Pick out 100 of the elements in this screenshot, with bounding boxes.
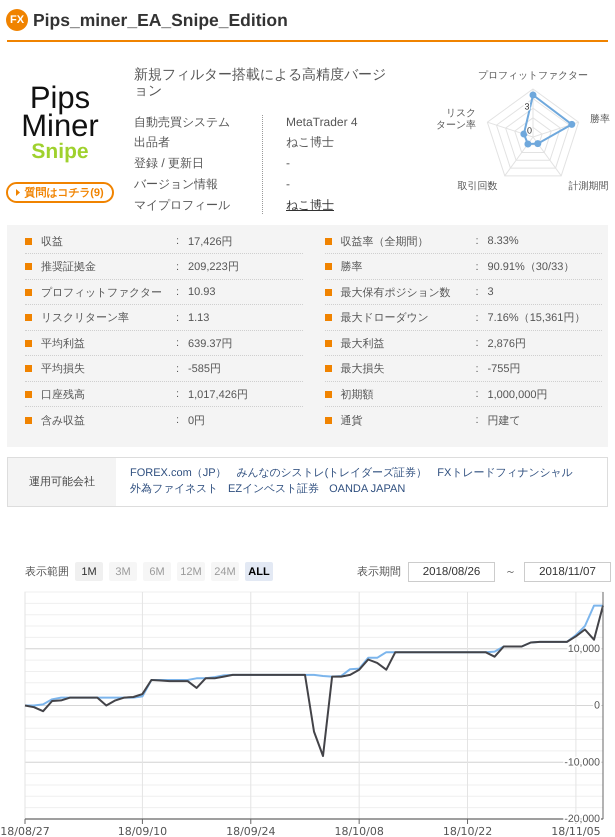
bullet-icon <box>324 263 332 270</box>
stat-label: 通貨 <box>340 414 362 428</box>
stat-value: 2,876円 <box>488 336 526 351</box>
bullet-icon <box>25 340 32 347</box>
stat-value: 90.91%（30/33） <box>488 260 574 274</box>
stat-label: 最大保有ポジション数 <box>340 286 450 300</box>
axis-label: 18/08/27 <box>0 824 50 837</box>
date-separator: ～ <box>505 565 516 580</box>
stat-separator: : <box>176 312 180 324</box>
stat-value: -585円 <box>188 362 222 376</box>
info-value: MetaTrader 4 <box>286 114 358 129</box>
brokers-heading: 運用可能会社 <box>8 458 116 506</box>
bullet-icon <box>25 314 32 322</box>
info-label: 登録 / 更新日 <box>134 156 204 170</box>
info-value: - <box>286 156 290 170</box>
radar-point <box>530 92 536 98</box>
broker-link[interactable]: OANDA JAPAN <box>329 482 406 498</box>
stat-label: 平均利益 <box>41 336 85 351</box>
info-label: バージョン情報 <box>134 176 218 191</box>
stat-separator: : <box>176 235 180 248</box>
stat-separator: : <box>476 414 479 426</box>
caret-icon <box>16 189 20 196</box>
stat-separator: : <box>476 286 479 298</box>
bullet-icon <box>25 390 32 398</box>
stat-value: 7.16%（15,361円） <box>488 311 586 326</box>
radar-axis-label: プロフィットファクター <box>478 70 588 82</box>
stat-separator: : <box>176 414 180 426</box>
bullet-icon <box>25 238 32 245</box>
axis-label: 18/10/22 <box>442 824 492 837</box>
stat-value: -755円 <box>488 362 521 376</box>
info-label: 出品者 <box>134 135 170 150</box>
axis-label: 10,000 <box>568 642 600 655</box>
radar-axis-label: リスク ターン率 <box>436 108 476 131</box>
stat-label: 収益率（全期間） <box>340 234 428 249</box>
radar-point <box>524 140 532 148</box>
broker-link[interactable]: みんなのシストレ(トレイダーズ証券） <box>236 466 428 482</box>
bullet-icon <box>25 288 32 296</box>
range-button[interactable]: 1M <box>75 562 103 582</box>
stat-label: 推奨証拠金 <box>41 260 96 274</box>
bullet-icon <box>25 263 32 270</box>
bullet-icon <box>25 416 32 424</box>
stat-label: 最大利益 <box>340 336 384 351</box>
bullet-icon <box>324 288 332 296</box>
broker-link[interactable]: FOREX.com（JP） <box>130 466 227 482</box>
radar-scale-label: 3 <box>524 101 530 112</box>
stat-value: 1.13 <box>188 312 210 324</box>
date-field[interactable]: 2018/08/26 <box>408 562 495 582</box>
period-label: 表示期間 <box>357 565 401 580</box>
range-button[interactable]: ALL <box>245 562 273 582</box>
bullet-icon <box>324 416 332 424</box>
stat-value: 17,426円 <box>188 234 233 249</box>
logo-text: Miner <box>21 112 99 140</box>
stat-label: 勝率 <box>340 260 362 274</box>
category-badge: FX <box>6 9 28 31</box>
axis-label: 0 <box>594 699 600 712</box>
stat-separator: : <box>176 362 180 375</box>
radar-axis-label: 勝率 <box>590 114 610 125</box>
date-field[interactable]: 2018/11/07 <box>524 562 611 582</box>
stat-separator: : <box>476 337 479 350</box>
axis-label: 18/11/05 <box>551 824 601 837</box>
stat-separator: : <box>476 388 479 400</box>
radar-axis-label: 計測期間 <box>568 181 608 192</box>
radar-point <box>534 140 542 148</box>
stat-separator: : <box>476 312 479 324</box>
radar-axis-label: 取引回数 <box>458 181 498 192</box>
stat-value: 1,000,000円 <box>488 388 548 402</box>
stat-label: 平均損失 <box>41 362 85 376</box>
stat-value: 1,017,426円 <box>188 388 248 402</box>
stat-label: 最大損失 <box>340 362 384 376</box>
logo-text: Pips <box>30 84 90 112</box>
stat-separator: : <box>176 260 180 273</box>
logo-tagline: Snipe <box>31 141 89 163</box>
stat-label: プロフィットファクター <box>41 286 162 300</box>
stat-value: 3 <box>488 286 494 298</box>
stat-separator: : <box>176 337 180 350</box>
stat-label: 口座残高 <box>41 388 85 402</box>
bullet-icon <box>324 340 332 347</box>
stat-separator: : <box>476 260 479 273</box>
info-label: マイプロフィール <box>134 198 230 212</box>
stat-separator: : <box>176 388 180 400</box>
stat-value: 円建て <box>488 414 520 428</box>
bullet-icon <box>324 390 332 398</box>
radar-point <box>568 120 576 128</box>
stat-label: 収益 <box>41 234 63 249</box>
radar-scale-label: 0 <box>527 125 532 136</box>
info-value: - <box>286 176 290 191</box>
stat-separator: : <box>476 362 479 375</box>
radar-point <box>520 130 528 138</box>
axis-label: 18/10/08 <box>334 824 384 837</box>
stat-value: 10.93 <box>188 286 216 298</box>
stat-value: 0円 <box>188 414 206 428</box>
stat-label: 含み収益 <box>41 414 85 428</box>
axis-label: 18/09/10 <box>118 824 168 837</box>
broker-link[interactable]: FXトレードフィナンシャル <box>437 466 572 482</box>
bullet-icon <box>324 365 332 372</box>
broker-link[interactable]: EZインベスト証券 <box>228 482 320 498</box>
description-text: 新規フィルター搭載による高精度バージョン <box>134 66 387 98</box>
broker-link[interactable]: 外為ファイネスト <box>130 482 218 498</box>
stat-value: 639.37円 <box>188 336 233 351</box>
profile-link[interactable]: ねこ博士 <box>286 198 334 212</box>
